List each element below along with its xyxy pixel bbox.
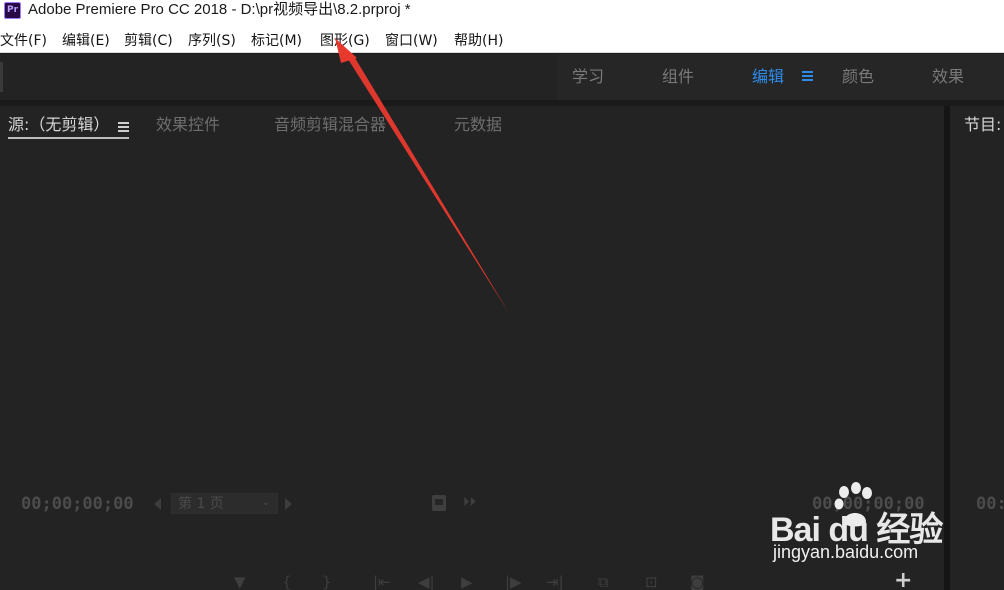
tab-audio-clip-mixer[interactable]: 音频剪辑混合器 xyxy=(274,114,386,136)
page-select-value: 第 1 页 xyxy=(178,496,224,512)
window-title: Adobe Premiere Pro CC 2018 - D:\pr视频导出\8… xyxy=(28,1,411,18)
workspace-tab-effects[interactable]: 效果 xyxy=(932,66,964,88)
next-page-icon[interactable] xyxy=(285,498,292,510)
mark-in-icon[interactable]: { xyxy=(282,574,292,590)
menu-bar: 文件(F) 编辑(E) 剪辑(C) 序列(S) 标记(M) 图形(G) 窗口(W… xyxy=(0,28,1004,53)
go-to-in-icon[interactable]: |⇤ xyxy=(373,574,391,590)
workspace-tab-assembly[interactable]: 组件 xyxy=(662,66,694,88)
safe-margins-icon[interactable] xyxy=(432,495,446,511)
fast-forward-icon[interactable]: ⏵⏵ xyxy=(463,495,476,510)
workspace-tab-editing[interactable]: 编辑 xyxy=(752,66,784,88)
menu-file[interactable]: 文件(F) xyxy=(0,31,47,51)
workspace-menu-icon[interactable] xyxy=(802,71,813,82)
menu-sequence[interactable]: 序列(S) xyxy=(188,31,236,51)
menu-window[interactable]: 窗口(W) xyxy=(385,31,438,51)
baidu-jingyan-watermark: Bai du 经验 jingyan.baidu.com xyxy=(770,482,970,572)
add-marker-icon[interactable]: ▼ xyxy=(234,574,246,590)
overwrite-icon[interactable]: ⊡ xyxy=(645,574,658,590)
play-icon[interactable]: ▶ xyxy=(461,574,473,590)
menu-graphics[interactable]: 图形(G) xyxy=(320,31,370,51)
menu-marker[interactable]: 标记(M) xyxy=(251,31,302,51)
go-to-out-icon[interactable]: ⇥| xyxy=(546,574,564,590)
export-frame-camera-icon[interactable]: ◙ xyxy=(690,574,705,590)
step-forward-icon[interactable]: |▶ xyxy=(505,574,522,590)
tab-effect-controls[interactable]: 效果控件 xyxy=(156,114,220,136)
workspace-tab-learning[interactable]: 学习 xyxy=(572,66,604,88)
chevron-down-icon: ⌄ xyxy=(261,497,270,508)
workspace-tab-color[interactable]: 颜色 xyxy=(842,66,874,88)
panel-menu-icon[interactable] xyxy=(118,122,129,132)
step-back-icon[interactable]: ◀| xyxy=(418,574,435,590)
program-timecode[interactable]: 00: xyxy=(976,494,1004,514)
previous-page-icon[interactable] xyxy=(154,498,161,510)
tab-program[interactable]: 节目: xyxy=(964,114,1001,136)
menu-edit[interactable]: 编辑(E) xyxy=(62,31,110,51)
source-playhead-timecode[interactable]: 00;00;00;00 xyxy=(21,494,134,514)
workspace-left-area xyxy=(0,54,558,100)
mark-out-icon[interactable]: } xyxy=(322,574,332,590)
button-editor-add-button[interactable]: + xyxy=(894,570,912,590)
title-bar: Pr Adobe Premiere Pro CC 2018 - D:\pr视频导… xyxy=(0,0,1004,28)
menu-help[interactable]: 帮助(H) xyxy=(454,31,503,51)
active-tab-underline xyxy=(8,137,129,139)
page-select[interactable]: 第 1 页 ⌄ xyxy=(171,493,278,514)
workspace-bar: 学习 组件 编辑 颜色 效果 xyxy=(0,54,1004,100)
premiere-app-icon: Pr xyxy=(4,2,21,19)
menu-clip[interactable]: 剪辑(C) xyxy=(124,31,173,51)
insert-icon[interactable]: ⧉ xyxy=(598,574,609,590)
watermark-url: jingyan.baidu.com xyxy=(773,542,919,562)
tab-source[interactable]: 源:（无剪辑） xyxy=(8,114,109,136)
tab-metadata[interactable]: 元数据 xyxy=(454,114,502,136)
workspace-edge-handle xyxy=(0,62,3,92)
